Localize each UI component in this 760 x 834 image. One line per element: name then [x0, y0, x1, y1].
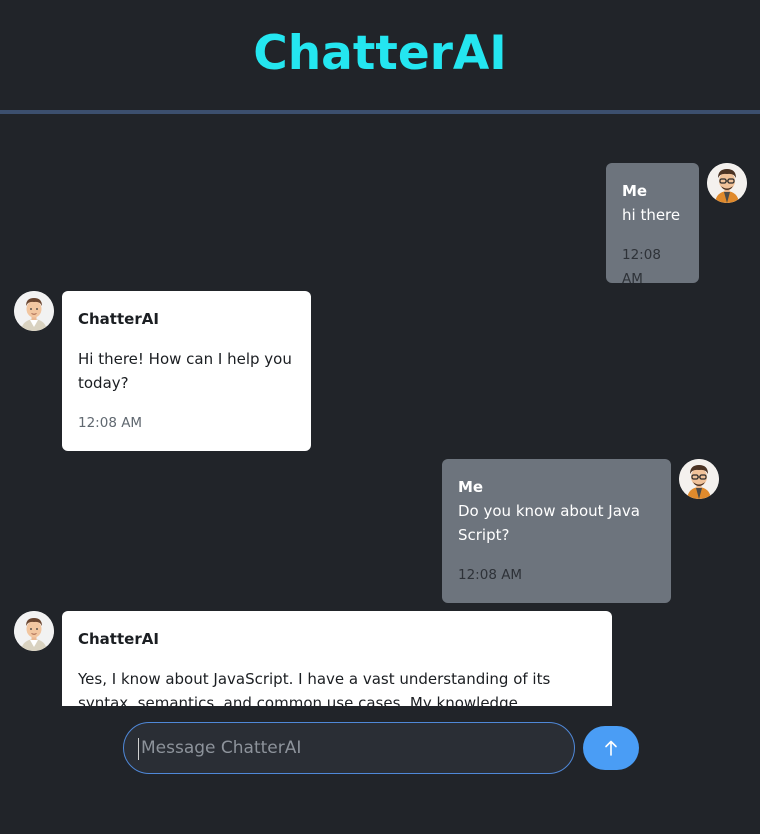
user-avatar — [679, 459, 719, 499]
chat-area[interactable]: Me hi there 12:08 AM ChatterAI Hi there!… — [0, 114, 760, 706]
message-input[interactable] — [139, 737, 574, 759]
header: ChatterAI — [0, 0, 760, 111]
send-button[interactable] — [583, 726, 639, 770]
user-message: Me hi there 12:08 AM — [606, 163, 699, 287]
message-sender: Me — [622, 182, 648, 200]
bot-message: ChatterAI Hi there! How can I help you t… — [62, 291, 311, 451]
message-sender: ChatterAI — [78, 310, 159, 328]
message-input-container[interactable] — [123, 722, 575, 774]
bot-avatar — [14, 291, 54, 331]
message-sender: Me — [458, 478, 484, 496]
bot-message: ChatterAI Yes, I know about JavaScript. … — [62, 611, 612, 706]
message-time: 12:08 AM — [78, 415, 143, 431]
user-avatar — [707, 163, 747, 203]
message-time: 12:08 AM — [622, 247, 661, 287]
message-time: 12:08 AM — [458, 567, 523, 583]
message-text: Yes, I know about JavaScript. I have a v… — [78, 670, 551, 706]
message-text: Hi there! How can I help you today? — [78, 350, 292, 392]
user-message: Me Do you know about Java Script? 12:08 … — [442, 459, 671, 603]
app-title: ChatterAI — [253, 26, 507, 81]
message-text: hi there — [622, 206, 681, 224]
bot-avatar — [14, 611, 54, 651]
message-sender: ChatterAI — [78, 630, 159, 648]
message-text: Do you know about Java Script? — [458, 502, 640, 544]
arrow-up-icon — [605, 740, 617, 756]
text-caret — [138, 738, 139, 760]
